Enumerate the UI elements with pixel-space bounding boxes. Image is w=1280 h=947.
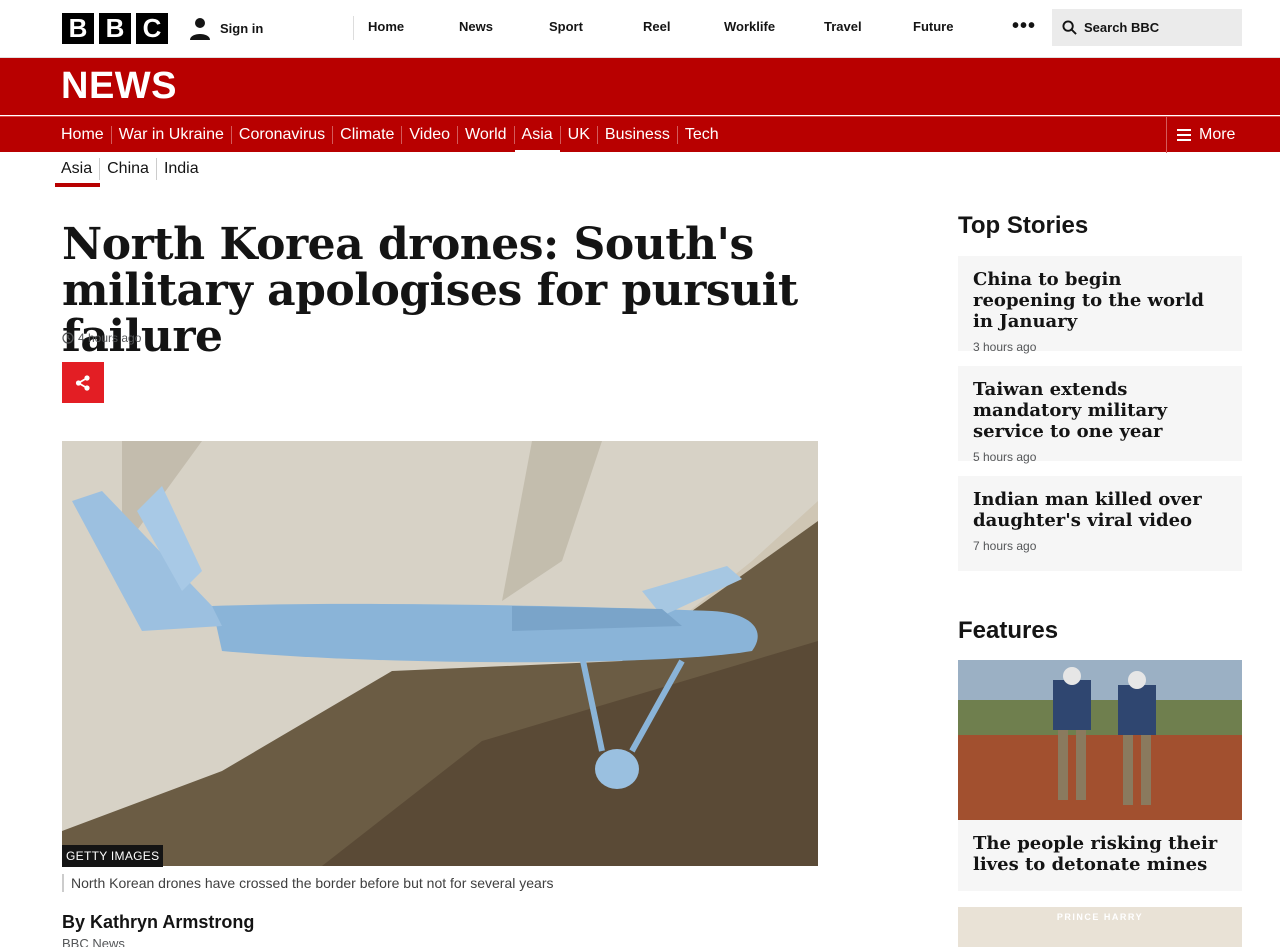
top-nav-sport[interactable]: Sport [549,19,583,34]
user-icon [190,18,210,40]
sub-nav-asia[interactable]: Asia [54,158,101,187]
more-menu-icon[interactable]: ••• [1012,16,1036,36]
top-nav-home[interactable]: Home [368,19,404,34]
news-nav-uk[interactable]: UK [561,126,598,144]
feature-title[interactable]: The people risking their lives to detona… [973,833,1227,875]
timestamp-text: 4 hours ago [78,331,142,345]
clock-icon [62,332,74,344]
top-story-title[interactable]: China to begin reopening to the world in… [973,269,1227,332]
search-box[interactable]: Search BBC [1052,9,1242,46]
sign-in-label: Sign in [220,20,264,36]
logo-letter-c: C [136,13,168,44]
article-photo-drone [62,441,818,866]
news-nav-coronavirus[interactable]: Coronavirus [232,126,334,144]
feature-image-prince-harry[interactable]: PRINCE HARRY [958,907,1242,947]
top-nav-worklife[interactable]: Worklife [724,19,775,34]
logo-letter-b2: B [99,13,131,44]
byline-organisation: BBC News [62,936,125,947]
sub-nav-china[interactable]: China [100,158,157,180]
news-logo[interactable]: NEWS [61,65,177,108]
byline: By Kathryn Armstrong [62,912,255,932]
top-nav-news[interactable]: News [459,19,493,34]
top-story-card[interactable]: China to begin reopening to the world in… [958,256,1242,354]
top-story-title[interactable]: Indian man killed over daughter's viral … [973,489,1227,531]
features-heading: Features [958,617,1059,644]
news-nav-world[interactable]: World [458,126,515,144]
top-story-age: 3 hours ago [973,340,1037,354]
news-nav-home[interactable]: Home [61,126,112,144]
sub-nav: Asia China India [54,158,206,188]
share-button[interactable] [62,362,104,403]
article-headline: North Korea drones: South's military apo… [62,219,798,362]
top-stories-heading: Top Stories [958,212,1089,239]
top-nav-travel[interactable]: Travel [824,19,862,34]
feature-card[interactable]: The people risking their lives to detona… [958,820,1242,891]
news-nav: Home War in Ukraine Coronavirus Climate … [0,116,1280,154]
top-nav-reel[interactable]: Reel [643,19,670,34]
news-nav-climate[interactable]: Climate [333,126,403,144]
top-nav-future[interactable]: Future [913,19,953,34]
news-masthead: NEWS [0,58,1280,115]
news-nav-tech[interactable]: Tech [678,126,726,144]
image-credit: GETTY IMAGES [62,845,164,867]
article-timestamp: 4 hours ago [62,331,141,345]
bbc-logo[interactable]: B B C [62,13,168,44]
feature-image-mines[interactable] [958,660,1242,820]
top-story-age: 7 hours ago [973,539,1037,553]
news-nav-more-button[interactable]: More [1166,117,1280,153]
top-story-card[interactable]: Taiwan extends mandatory military servic… [958,366,1242,464]
logo-letter-b1: B [62,13,94,44]
top-story-age: 5 hours ago [973,450,1037,464]
image-caption: North Korean drones have crossed the bor… [62,874,554,892]
feature-image-label: PRINCE HARRY [1056,912,1144,922]
hamburger-icon [1177,129,1191,141]
top-story-card[interactable]: Indian man killed over daughter's viral … [958,476,1242,571]
more-label: More [1199,126,1236,143]
top-story-title[interactable]: Taiwan extends mandatory military servic… [973,379,1227,442]
sign-in-link[interactable]: Sign in [188,14,263,42]
news-nav-video[interactable]: Video [402,126,459,144]
bbc-top-bar: B B C Sign in Home News Sport Reel Workl… [0,0,1280,58]
top-nav: Home News Sport Reel Worklife Travel Fut… [353,16,953,40]
news-nav-war-in-ukraine[interactable]: War in Ukraine [112,126,232,144]
search-placeholder: Search BBC [1084,20,1160,35]
search-icon [1062,20,1077,35]
sub-nav-india[interactable]: India [157,158,206,180]
news-nav-business[interactable]: Business [598,126,678,144]
news-nav-asia[interactable]: Asia [514,126,561,154]
share-icon [75,374,90,391]
